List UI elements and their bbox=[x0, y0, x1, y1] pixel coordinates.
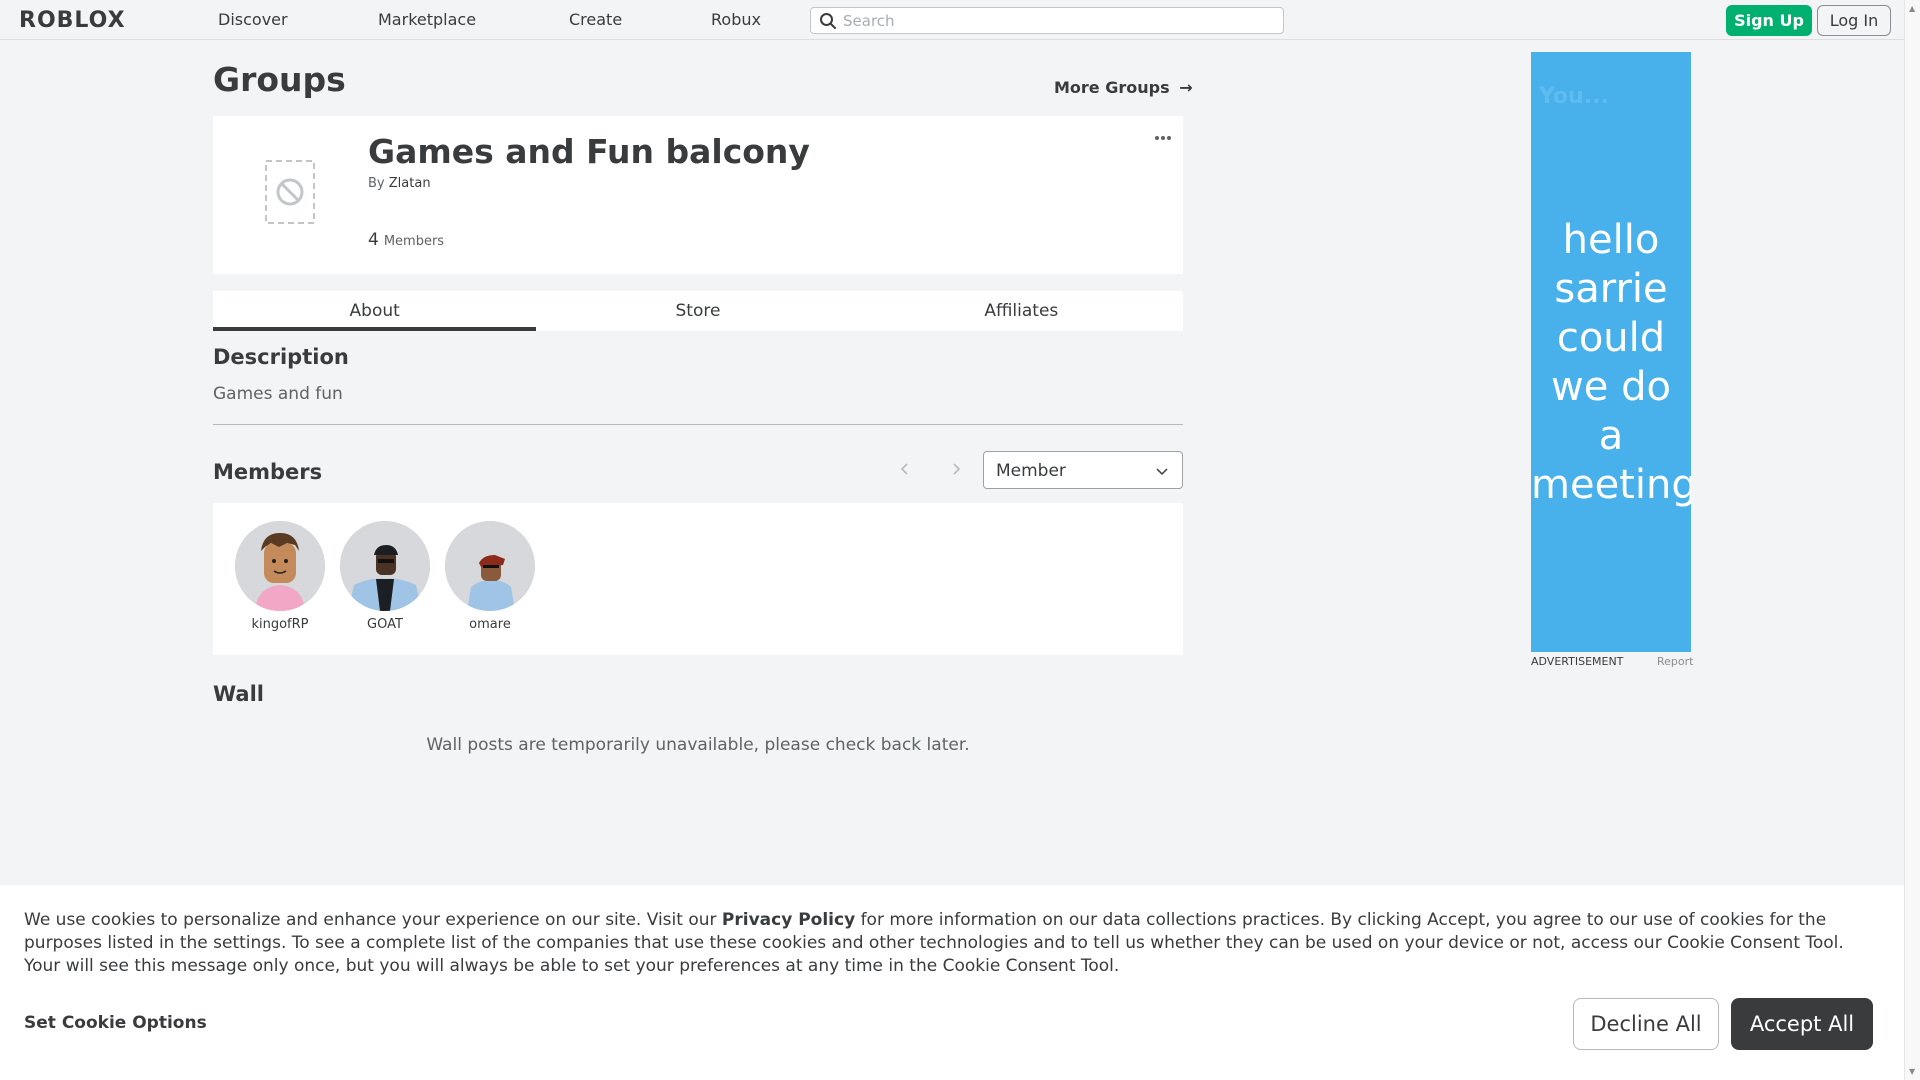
decline-all-button[interactable]: Decline All bbox=[1573, 998, 1719, 1050]
member-card[interactable]: omare bbox=[444, 521, 536, 632]
cookie-consent-banner: We use cookies to personalize and enhanc… bbox=[0, 885, 1904, 1080]
wall-heading: Wall bbox=[213, 682, 264, 706]
role-dropdown[interactable]: Member bbox=[983, 451, 1183, 489]
advertisement-banner[interactable]: You... hello sarrie could we do a meetin… bbox=[1531, 52, 1691, 652]
member-card[interactable]: GOAT bbox=[339, 521, 431, 632]
scroll-up-icon[interactable]: ▲ bbox=[1909, 4, 1915, 13]
wall-unavailable-message: Wall posts are temporarily unavailable, … bbox=[426, 735, 970, 755]
ad-line: sarrie bbox=[1554, 266, 1668, 312]
description-heading: Description bbox=[213, 345, 349, 369]
chevron-left-icon[interactable] bbox=[898, 462, 912, 476]
avatar[interactable] bbox=[445, 521, 535, 611]
accept-all-button[interactable]: Accept All bbox=[1731, 998, 1873, 1050]
members-heading: Members bbox=[213, 460, 323, 484]
ad-line: we do bbox=[1551, 364, 1671, 410]
avatar-goat-icon bbox=[340, 521, 430, 611]
more-options-icon[interactable] bbox=[1153, 132, 1173, 144]
sign-up-button[interactable]: Sign Up bbox=[1726, 5, 1812, 36]
ad-line: a bbox=[1598, 413, 1624, 459]
avatar-omare-icon bbox=[445, 521, 535, 611]
group-name: Games and Fun balcony bbox=[368, 132, 810, 171]
nav-link-robux[interactable]: Robux bbox=[711, 10, 761, 29]
group-tabs: About Store Affiliates bbox=[213, 291, 1183, 331]
ad-line: meeting bbox=[1531, 462, 1691, 508]
member-name[interactable]: kingofRP bbox=[234, 617, 326, 632]
ad-line: hello bbox=[1562, 217, 1660, 263]
nav-link-marketplace[interactable]: Marketplace bbox=[378, 10, 476, 29]
more-groups-label: More Groups bbox=[1054, 78, 1170, 97]
cookie-message: We use cookies to personalize and enhanc… bbox=[24, 909, 1884, 978]
member-name[interactable]: omare bbox=[444, 617, 536, 632]
tab-affiliates[interactable]: Affiliates bbox=[860, 291, 1183, 331]
ad-message: hello sarrie could we do a meeting bbox=[1531, 216, 1691, 510]
vertical-scrollbar[interactable]: ▲ ▼ bbox=[1904, 0, 1920, 1080]
member-card[interactable]: kingofRP bbox=[234, 521, 326, 632]
chevron-right-icon[interactable] bbox=[949, 462, 963, 476]
cookie-text-before: We use cookies to personalize and enhanc… bbox=[24, 910, 722, 930]
member-count-value: 4 bbox=[368, 230, 379, 250]
arrow-right-icon: → bbox=[1179, 78, 1193, 97]
set-cookie-options-link[interactable]: Set Cookie Options bbox=[24, 1013, 207, 1033]
more-groups-link[interactable]: More Groups → bbox=[1054, 78, 1193, 97]
group-header-card: Games and Fun balcony By Zlatan 4 Members bbox=[213, 116, 1183, 274]
group-emblem-placeholder-icon bbox=[265, 160, 315, 224]
group-member-count: 4 Members bbox=[368, 230, 444, 250]
log-in-button[interactable]: Log In bbox=[1817, 5, 1891, 36]
tab-store[interactable]: Store bbox=[536, 291, 859, 331]
page-title: Groups bbox=[213, 60, 346, 99]
group-owner: By Zlatan bbox=[368, 176, 431, 191]
top-navigation: ROBLOX Discover Marketplace Create Robux… bbox=[0, 0, 1904, 40]
ad-report-link[interactable]: Report bbox=[1657, 655, 1693, 668]
search-box[interactable] bbox=[810, 7, 1284, 34]
roblox-logo[interactable]: ROBLOX bbox=[19, 8, 126, 33]
avatar[interactable] bbox=[340, 521, 430, 611]
search-icon bbox=[820, 13, 836, 29]
by-label: By bbox=[368, 176, 385, 191]
nav-link-discover[interactable]: Discover bbox=[218, 10, 288, 29]
chevron-down-icon bbox=[1156, 468, 1168, 476]
role-dropdown-value: Member bbox=[996, 461, 1066, 481]
member-count-label: Members bbox=[383, 234, 445, 249]
section-divider bbox=[213, 424, 1183, 425]
avatar[interactable] bbox=[235, 521, 325, 611]
tab-about[interactable]: About bbox=[213, 291, 537, 331]
privacy-policy-link[interactable]: Privacy Policy bbox=[722, 910, 855, 930]
avatar-kingofrp-icon bbox=[235, 521, 325, 611]
search-input[interactable] bbox=[843, 11, 1273, 31]
scroll-down-icon[interactable]: ▼ bbox=[1909, 1067, 1915, 1076]
nav-link-create[interactable]: Create bbox=[569, 10, 622, 29]
advertisement-label: ADVERTISEMENT bbox=[1531, 655, 1624, 668]
member-name[interactable]: GOAT bbox=[339, 617, 431, 632]
members-list: kingofRP GOAT omare bbox=[213, 503, 1183, 655]
ad-faint-text: You... bbox=[1539, 84, 1609, 109]
ad-line: could bbox=[1556, 315, 1666, 361]
owner-name-link[interactable]: Zlatan bbox=[389, 176, 431, 191]
description-text: Games and fun bbox=[213, 384, 343, 404]
